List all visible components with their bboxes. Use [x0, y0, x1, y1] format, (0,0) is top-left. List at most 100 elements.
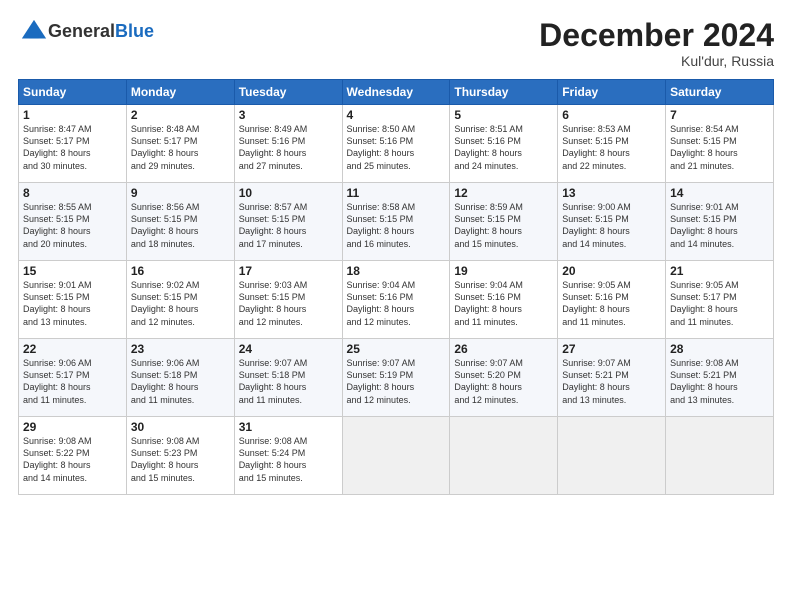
- weekday-header-tuesday: Tuesday: [234, 80, 342, 105]
- day-number: 10: [239, 186, 338, 200]
- day-number: 1: [23, 108, 122, 122]
- calendar-cell: 4Sunrise: 8:50 AMSunset: 5:16 PMDaylight…: [342, 105, 450, 183]
- cell-info: Sunrise: 8:50 AMSunset: 5:16 PMDaylight:…: [347, 123, 446, 172]
- calendar-cell: 1Sunrise: 8:47 AMSunset: 5:17 PMDaylight…: [19, 105, 127, 183]
- title-block: December 2024 Kul'dur, Russia: [539, 18, 774, 69]
- day-number: 13: [562, 186, 661, 200]
- day-number: 15: [23, 264, 122, 278]
- cell-info: Sunrise: 8:56 AMSunset: 5:15 PMDaylight:…: [131, 201, 230, 250]
- calendar-cell: 16Sunrise: 9:02 AMSunset: 5:15 PMDayligh…: [126, 261, 234, 339]
- calendar-week-4: 22Sunrise: 9:06 AMSunset: 5:17 PMDayligh…: [19, 339, 774, 417]
- calendar-cell: 22Sunrise: 9:06 AMSunset: 5:17 PMDayligh…: [19, 339, 127, 417]
- cell-info: Sunrise: 9:08 AMSunset: 5:23 PMDaylight:…: [131, 435, 230, 484]
- calendar-cell: 21Sunrise: 9:05 AMSunset: 5:17 PMDayligh…: [666, 261, 774, 339]
- calendar-cell: 2Sunrise: 8:48 AMSunset: 5:17 PMDaylight…: [126, 105, 234, 183]
- day-number: 20: [562, 264, 661, 278]
- weekday-header-thursday: Thursday: [450, 80, 558, 105]
- calendar-cell: 14Sunrise: 9:01 AMSunset: 5:15 PMDayligh…: [666, 183, 774, 261]
- cell-info: Sunrise: 9:06 AMSunset: 5:18 PMDaylight:…: [131, 357, 230, 406]
- day-number: 31: [239, 420, 338, 434]
- day-number: 12: [454, 186, 553, 200]
- calendar-cell: 7Sunrise: 8:54 AMSunset: 5:15 PMDaylight…: [666, 105, 774, 183]
- cell-info: Sunrise: 9:07 AMSunset: 5:18 PMDaylight:…: [239, 357, 338, 406]
- calendar-cell: 25Sunrise: 9:07 AMSunset: 5:19 PMDayligh…: [342, 339, 450, 417]
- calendar-week-5: 29Sunrise: 9:08 AMSunset: 5:22 PMDayligh…: [19, 417, 774, 495]
- cell-info: Sunrise: 9:06 AMSunset: 5:17 PMDaylight:…: [23, 357, 122, 406]
- calendar-cell: 10Sunrise: 8:57 AMSunset: 5:15 PMDayligh…: [234, 183, 342, 261]
- calendar-week-2: 8Sunrise: 8:55 AMSunset: 5:15 PMDaylight…: [19, 183, 774, 261]
- calendar-cell: 23Sunrise: 9:06 AMSunset: 5:18 PMDayligh…: [126, 339, 234, 417]
- day-number: 18: [347, 264, 446, 278]
- day-number: 19: [454, 264, 553, 278]
- weekday-header-sunday: Sunday: [19, 80, 127, 105]
- page: GeneralBlue December 2024 Kul'dur, Russi…: [0, 0, 792, 612]
- weekday-header-monday: Monday: [126, 80, 234, 105]
- day-number: 14: [670, 186, 769, 200]
- cell-info: Sunrise: 8:58 AMSunset: 5:15 PMDaylight:…: [347, 201, 446, 250]
- cell-info: Sunrise: 9:03 AMSunset: 5:15 PMDaylight:…: [239, 279, 338, 328]
- calendar-cell: 24Sunrise: 9:07 AMSunset: 5:18 PMDayligh…: [234, 339, 342, 417]
- day-number: 8: [23, 186, 122, 200]
- logo-general: General: [48, 21, 115, 41]
- day-number: 24: [239, 342, 338, 356]
- calendar-week-3: 15Sunrise: 9:01 AMSunset: 5:15 PMDayligh…: [19, 261, 774, 339]
- cell-info: Sunrise: 9:01 AMSunset: 5:15 PMDaylight:…: [23, 279, 122, 328]
- calendar-cell: 18Sunrise: 9:04 AMSunset: 5:16 PMDayligh…: [342, 261, 450, 339]
- day-number: 4: [347, 108, 446, 122]
- calendar-cell: 26Sunrise: 9:07 AMSunset: 5:20 PMDayligh…: [450, 339, 558, 417]
- day-number: 11: [347, 186, 446, 200]
- cell-info: Sunrise: 9:05 AMSunset: 5:17 PMDaylight:…: [670, 279, 769, 328]
- calendar-cell: 17Sunrise: 9:03 AMSunset: 5:15 PMDayligh…: [234, 261, 342, 339]
- cell-info: Sunrise: 8:49 AMSunset: 5:16 PMDaylight:…: [239, 123, 338, 172]
- month-title: December 2024: [539, 18, 774, 53]
- calendar-cell: [342, 417, 450, 495]
- day-number: 7: [670, 108, 769, 122]
- calendar-cell: 8Sunrise: 8:55 AMSunset: 5:15 PMDaylight…: [19, 183, 127, 261]
- cell-info: Sunrise: 9:08 AMSunset: 5:21 PMDaylight:…: [670, 357, 769, 406]
- cell-info: Sunrise: 8:51 AMSunset: 5:16 PMDaylight:…: [454, 123, 553, 172]
- day-number: 5: [454, 108, 553, 122]
- calendar-cell: [558, 417, 666, 495]
- cell-info: Sunrise: 9:07 AMSunset: 5:19 PMDaylight:…: [347, 357, 446, 406]
- cell-info: Sunrise: 9:00 AMSunset: 5:15 PMDaylight:…: [562, 201, 661, 250]
- calendar-cell: [666, 417, 774, 495]
- day-number: 21: [670, 264, 769, 278]
- day-number: 2: [131, 108, 230, 122]
- cell-info: Sunrise: 9:08 AMSunset: 5:24 PMDaylight:…: [239, 435, 338, 484]
- cell-info: Sunrise: 9:04 AMSunset: 5:16 PMDaylight:…: [347, 279, 446, 328]
- day-number: 16: [131, 264, 230, 278]
- cell-info: Sunrise: 8:53 AMSunset: 5:15 PMDaylight:…: [562, 123, 661, 172]
- calendar-table: SundayMondayTuesdayWednesdayThursdayFrid…: [18, 79, 774, 495]
- weekday-header-saturday: Saturday: [666, 80, 774, 105]
- cell-info: Sunrise: 8:54 AMSunset: 5:15 PMDaylight:…: [670, 123, 769, 172]
- location: Kul'dur, Russia: [539, 53, 774, 69]
- day-number: 23: [131, 342, 230, 356]
- day-number: 28: [670, 342, 769, 356]
- cell-info: Sunrise: 8:59 AMSunset: 5:15 PMDaylight:…: [454, 201, 553, 250]
- day-number: 6: [562, 108, 661, 122]
- calendar-cell: 20Sunrise: 9:05 AMSunset: 5:16 PMDayligh…: [558, 261, 666, 339]
- calendar-cell: 6Sunrise: 8:53 AMSunset: 5:15 PMDaylight…: [558, 105, 666, 183]
- cell-info: Sunrise: 9:08 AMSunset: 5:22 PMDaylight:…: [23, 435, 122, 484]
- header: GeneralBlue December 2024 Kul'dur, Russi…: [18, 18, 774, 69]
- logo: GeneralBlue: [18, 18, 154, 46]
- calendar-cell: 29Sunrise: 9:08 AMSunset: 5:22 PMDayligh…: [19, 417, 127, 495]
- calendar-cell: 31Sunrise: 9:08 AMSunset: 5:24 PMDayligh…: [234, 417, 342, 495]
- cell-info: Sunrise: 8:55 AMSunset: 5:15 PMDaylight:…: [23, 201, 122, 250]
- calendar-cell: 3Sunrise: 8:49 AMSunset: 5:16 PMDaylight…: [234, 105, 342, 183]
- cell-info: Sunrise: 9:07 AMSunset: 5:20 PMDaylight:…: [454, 357, 553, 406]
- day-number: 22: [23, 342, 122, 356]
- cell-info: Sunrise: 9:05 AMSunset: 5:16 PMDaylight:…: [562, 279, 661, 328]
- day-number: 26: [454, 342, 553, 356]
- calendar-cell: 19Sunrise: 9:04 AMSunset: 5:16 PMDayligh…: [450, 261, 558, 339]
- calendar-cell: 9Sunrise: 8:56 AMSunset: 5:15 PMDaylight…: [126, 183, 234, 261]
- calendar-week-1: 1Sunrise: 8:47 AMSunset: 5:17 PMDaylight…: [19, 105, 774, 183]
- day-number: 30: [131, 420, 230, 434]
- cell-info: Sunrise: 9:07 AMSunset: 5:21 PMDaylight:…: [562, 357, 661, 406]
- cell-info: Sunrise: 8:47 AMSunset: 5:17 PMDaylight:…: [23, 123, 122, 172]
- day-number: 27: [562, 342, 661, 356]
- day-number: 3: [239, 108, 338, 122]
- calendar-cell: 28Sunrise: 9:08 AMSunset: 5:21 PMDayligh…: [666, 339, 774, 417]
- weekday-header-wednesday: Wednesday: [342, 80, 450, 105]
- cell-info: Sunrise: 9:04 AMSunset: 5:16 PMDaylight:…: [454, 279, 553, 328]
